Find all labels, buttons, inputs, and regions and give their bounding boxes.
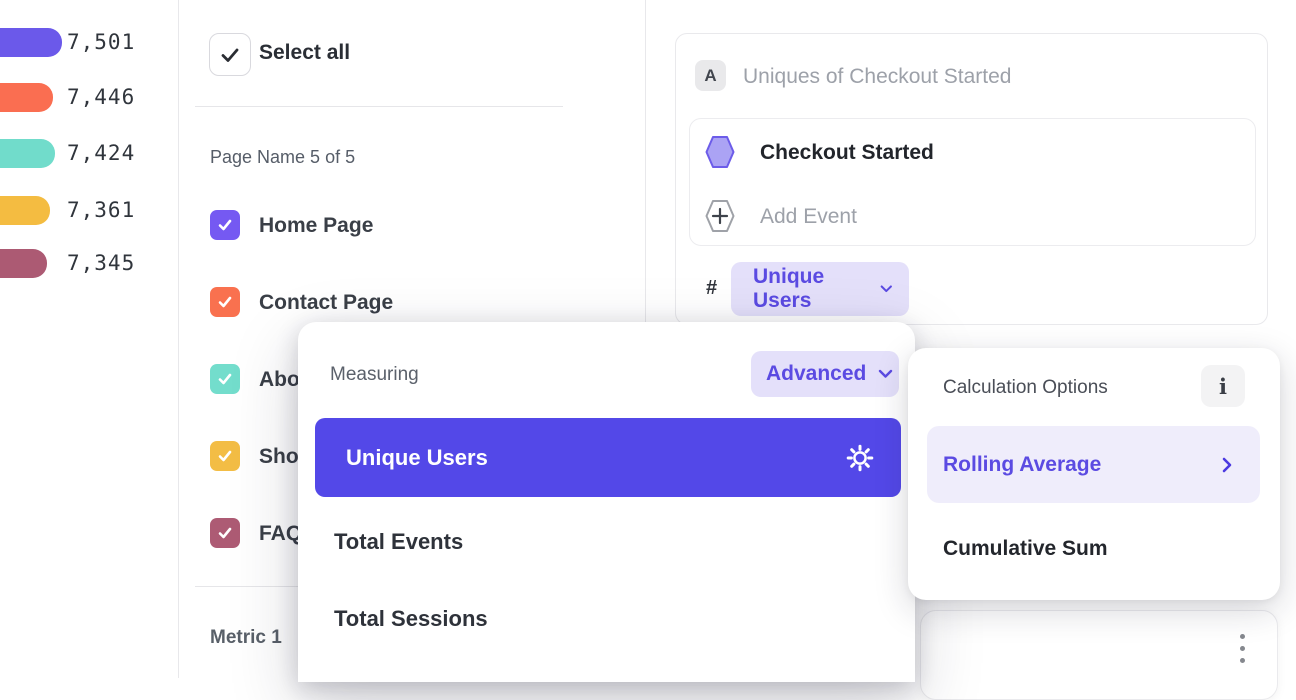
advanced-mode-button[interactable]: Advanced (751, 351, 899, 397)
more-options-button[interactable] (1236, 634, 1248, 670)
menu-option-total-sessions[interactable]: Total Sessions (334, 606, 488, 632)
legend-panel-divider (178, 0, 179, 678)
series-color-bar (0, 28, 62, 57)
check-icon (216, 447, 234, 465)
series-color-bar (0, 139, 55, 168)
event-name[interactable]: Checkout Started (760, 141, 934, 165)
measure-dropdown-button[interactable]: Unique Users (731, 262, 909, 316)
menu-option-unique-users[interactable]: Unique Users (315, 418, 901, 497)
measure-value: Unique Users (753, 265, 866, 313)
add-event-label[interactable]: Add Event (760, 205, 857, 229)
filter-item-label[interactable]: Home Page (259, 214, 373, 238)
menu-option-total-events[interactable]: Total Events (334, 529, 463, 555)
series-color-bar (0, 196, 50, 225)
measuring-menu-title: Measuring (330, 364, 419, 386)
calc-option-label: Rolling Average (943, 453, 1222, 477)
calc-option-cumulative-sum[interactable]: Cumulative Sum (943, 537, 1108, 561)
measuring-menu: Measuring Advanced Unique Users Total Ev… (298, 322, 915, 682)
series-letter-badge: A (695, 60, 726, 91)
metric-card (920, 610, 1278, 700)
query-builder-card: A Uniques of Checkout Started Checkout S… (675, 33, 1268, 325)
series-value: 7,446 (67, 83, 135, 112)
chevron-down-icon (878, 369, 893, 379)
series-value: 7,361 (67, 196, 135, 225)
filter-item-label[interactable]: Contact Page (259, 291, 393, 315)
filter-item-label[interactable]: FAQ (259, 522, 302, 546)
series-value: 7,424 (67, 139, 135, 168)
check-icon (216, 293, 234, 311)
advanced-label: Advanced (766, 362, 866, 386)
check-icon (218, 43, 242, 67)
add-event-icon[interactable] (705, 199, 735, 233)
measure-symbol: # (706, 277, 717, 300)
series-color-bar (0, 83, 53, 112)
select-all-label: Select all (259, 41, 350, 65)
calc-option-rolling-average[interactable]: Rolling Average (927, 426, 1260, 503)
metric-section-label: Metric 1 (210, 627, 282, 649)
checkbox-shop[interactable] (210, 441, 240, 471)
series-color-bar (0, 249, 47, 278)
chevron-right-icon (1222, 457, 1232, 473)
select-all-checkbox[interactable] (209, 33, 251, 76)
check-icon (216, 524, 234, 542)
info-icon[interactable]: i (1201, 365, 1245, 407)
gear-icon[interactable] (845, 443, 875, 473)
series-value: 7,345 (67, 249, 135, 278)
menu-option-label: Unique Users (346, 445, 845, 471)
checkbox-faq[interactable] (210, 518, 240, 548)
checkbox-home-page[interactable] (210, 210, 240, 240)
check-icon (216, 370, 234, 388)
check-icon (216, 216, 234, 234)
chevron-down-icon (880, 284, 893, 294)
event-card: Checkout Started Add Event (689, 118, 1256, 246)
series-value: 7,501 (67, 28, 135, 57)
calculation-options-title: Calculation Options (943, 377, 1108, 399)
divider (195, 106, 563, 107)
metric-title-input[interactable]: Uniques of Checkout Started (743, 65, 1012, 89)
event-hexagon-icon (705, 135, 735, 169)
calculation-options-menu: Calculation Options i Rolling Average Cu… (908, 348, 1280, 600)
checkbox-contact-page[interactable] (210, 287, 240, 317)
filter-group-header: Page Name 5 of 5 (210, 147, 355, 168)
checkbox-about[interactable] (210, 364, 240, 394)
